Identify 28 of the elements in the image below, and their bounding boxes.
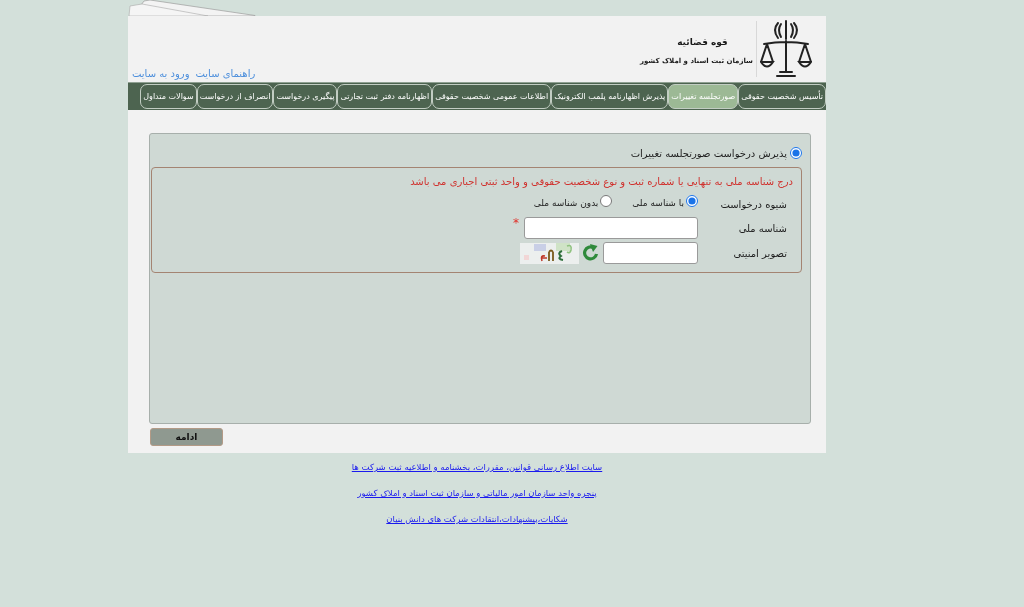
nav-tab[interactable]: اطلاعات عمومی شخصیت حقوقی bbox=[432, 84, 552, 109]
footer-link[interactable]: شکایات،پیشنهادات،انتقادات شرکت های دانش بنیان bbox=[386, 514, 568, 524]
radio-button[interactable] bbox=[790, 147, 802, 159]
captcha-field[interactable] bbox=[603, 242, 698, 264]
scales-emblem-icon bbox=[760, 19, 812, 79]
radio-button[interactable] bbox=[600, 195, 613, 207]
nav-tab[interactable]: پیگیری درخواست bbox=[273, 84, 338, 109]
field-label: تصویر امنیتی bbox=[732, 247, 787, 259]
radio-label: با شناسه ملی bbox=[632, 197, 684, 208]
nav-tab[interactable]: اظهارنامه دفتر ثبت تجارتی bbox=[337, 84, 433, 109]
nav-tab[interactable]: سوالات متداول bbox=[140, 84, 197, 109]
nav-tab[interactable]: انصراف از درخواست bbox=[196, 84, 274, 109]
radio-label: بدون شناسه ملی bbox=[533, 197, 599, 208]
logo-title: قوه قضائیه bbox=[676, 37, 728, 47]
nav-tab[interactable]: پذیرش اظهارنامه پلمب الکترونیک bbox=[551, 84, 669, 109]
radio-label: پذیرش درخواست صورتجلسه تغییرات bbox=[630, 147, 787, 159]
notice-text: درج شناسه ملی به تنهایی یا شماره ثبت و نوع شخصیت حقوقی و واحد ثبتی اجباری می باشد bbox=[409, 175, 793, 188]
radio-button[interactable] bbox=[686, 195, 698, 207]
footer-link[interactable]: پنجره واحد سازمان امور مالیاتی و سازمان ثبت اسناد و املاک کشور bbox=[357, 488, 597, 498]
field-label: شیوه درخواست bbox=[719, 199, 787, 210]
nav-tab[interactable]: تأسیس شخصیت حقوقی bbox=[738, 84, 826, 109]
continue-button[interactable]: ادامه bbox=[150, 428, 223, 446]
captcha-image bbox=[520, 242, 579, 264]
required-mark: * bbox=[513, 217, 519, 229]
refresh-icon[interactable] bbox=[581, 243, 601, 263]
field-label: شناسه ملی bbox=[737, 222, 787, 234]
national-id-field[interactable] bbox=[524, 217, 698, 239]
footer-link[interactable]: سایت اطلاع رسانی قوانین، مقررات، بخشنامه و اطلاعیه ثبت شرکت ها bbox=[351, 462, 603, 472]
